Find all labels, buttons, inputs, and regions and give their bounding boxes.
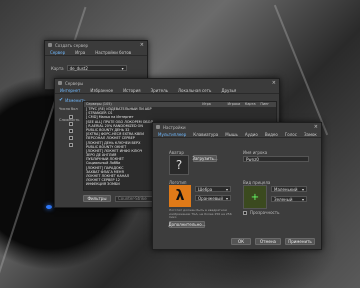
question-mark-icon: ? — [175, 158, 183, 172]
chevron-down-icon: ▾ — [301, 196, 304, 202]
settings-window: Настройки × Мультиплеер Клавиатура Мышь … — [152, 122, 322, 250]
filter-checkbox[interactable] — [69, 129, 73, 133]
transparent-checkbox[interactable] — [243, 210, 247, 215]
tab-spectate[interactable]: Зритель — [151, 88, 168, 93]
app-icon — [48, 43, 52, 47]
settings-tabs: Мультиплеер Клавиатура Мышь Аудио Видео … — [153, 131, 321, 138]
app-icon — [156, 125, 160, 129]
filter-checkboxes — [69, 115, 73, 147]
player-name-input[interactable]: Pwnz0 — [243, 156, 309, 162]
app-icon — [58, 81, 62, 85]
crosshair-icon: + — [250, 191, 260, 203]
close-icon[interactable]: × — [140, 42, 144, 48]
apply-button[interactable]: Применить — [285, 238, 315, 245]
eye-glow — [46, 205, 52, 209]
dialog-buttons: ОК Отмена Применить — [231, 238, 315, 245]
column-map[interactable]: Карта — [245, 102, 261, 107]
browse-button[interactable]: Загрузить... — [192, 155, 218, 162]
tab-bot-settings[interactable]: Настройки ботов — [95, 50, 131, 55]
checkmark-icon[interactable]: ✔ — [59, 97, 63, 103]
create-server-title: Создать сервер — [55, 42, 89, 48]
cancel-button[interactable]: Отмена — [255, 238, 281, 245]
crosshair-size-value: Маленький — [274, 186, 298, 192]
tab-voice[interactable]: Голос — [285, 132, 297, 137]
chevron-down-icon: ▾ — [225, 195, 228, 201]
crosshair-preview: + — [243, 185, 267, 209]
tab-internet[interactable]: Интернет — [60, 88, 80, 93]
spray-color-2-value: Оранжевый — [198, 195, 223, 201]
map-value: de_dust2 — [69, 65, 88, 71]
tab-game[interactable]: Игра — [75, 50, 85, 55]
spray-color-select-1[interactable]: Шебра ▾ — [195, 186, 231, 192]
column-game[interactable]: Игра — [202, 102, 227, 107]
map-label: Карта — [51, 65, 64, 71]
spray-hint: Логотип должен быть в квадратном изображ… — [169, 208, 232, 220]
tab-lan[interactable]: Локальная сеть — [178, 88, 211, 93]
column-players[interactable]: Игроки — [227, 102, 244, 107]
game-filter-input[interactable]: Counter-Strike — [115, 195, 155, 202]
tab-server[interactable]: Сервер — [50, 50, 65, 55]
tab-keyboard[interactable]: Клавиатура — [193, 132, 218, 137]
crosshair-size-select[interactable]: Маленький ▾ — [271, 186, 307, 192]
tab-favorites[interactable]: Избранное — [90, 88, 113, 93]
close-icon[interactable]: × — [272, 80, 276, 86]
filter-label-count: Число бол — [59, 107, 78, 111]
create-server-titlebar[interactable]: Создать сервер × — [45, 41, 147, 49]
servers-title: Серверы — [65, 80, 84, 86]
crosshair-color-value: Зеленый — [274, 196, 293, 202]
lambda-icon: λ — [175, 188, 185, 204]
tab-lock[interactable]: Замок — [304, 132, 317, 137]
player-name-label: Имя игрока — [243, 150, 268, 155]
close-icon[interactable]: × — [314, 124, 318, 130]
spray-color-1-value: Шебра — [198, 186, 213, 192]
transparent-label: Прозрачность — [250, 210, 280, 215]
crosshair-color-select[interactable]: Зеленый ▾ — [271, 196, 307, 202]
tab-mouse[interactable]: Мышь — [225, 132, 238, 137]
filter-checkbox[interactable] — [69, 122, 73, 126]
tab-history[interactable]: История — [123, 88, 141, 93]
ok-button[interactable]: ОК — [231, 238, 251, 245]
filter-checkbox[interactable] — [69, 136, 73, 140]
game-filter-text: Counter-Strike — [118, 196, 147, 201]
servers-tabs: Интернет Избранное История Зритель Локал… — [55, 87, 279, 94]
tab-multiplayer[interactable]: Мультиплеер — [158, 132, 186, 137]
filter-checkbox[interactable] — [69, 143, 73, 147]
settings-titlebar[interactable]: Настройки × — [153, 123, 321, 131]
servers-titlebar[interactable]: Серверы × — [55, 79, 279, 87]
chevron-down-icon: ▾ — [225, 186, 228, 192]
chevron-down-icon: ▾ — [121, 65, 124, 71]
player-name-value: Pwnz0 — [246, 156, 259, 162]
chevron-down-icon: ▾ — [301, 186, 304, 192]
advanced-button[interactable]: Дополнительно... — [169, 221, 206, 228]
tab-audio[interactable]: Аудио — [245, 132, 258, 137]
tab-video[interactable]: Видео — [265, 132, 278, 137]
filters-button[interactable]: Фильтры — [83, 195, 111, 202]
map-select[interactable]: de_dust2 ▾ — [66, 65, 127, 71]
tab-friends[interactable]: Друзья — [221, 88, 236, 93]
settings-title: Настройки — [163, 124, 186, 130]
background-art-2 — [273, 4, 329, 136]
column-ping[interactable]: Пинг — [260, 102, 274, 107]
filter-checkbox[interactable] — [69, 115, 73, 119]
create-server-tabs: Сервер Игра Настройки ботов — [45, 49, 147, 56]
spray-preview: λ — [169, 185, 191, 207]
avatar[interactable]: ? — [169, 155, 189, 175]
spray-color-select-2[interactable]: Оранжевый ▾ — [195, 195, 231, 201]
